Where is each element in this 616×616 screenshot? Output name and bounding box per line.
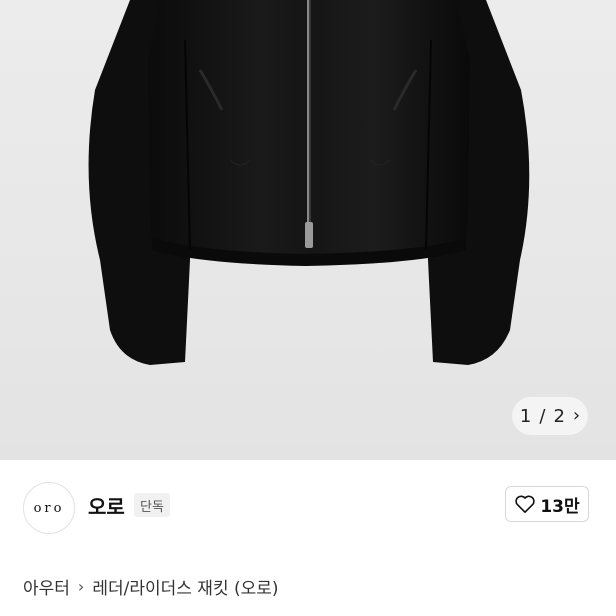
exclusive-badge: 단독 [134,493,170,517]
breadcrumb-category[interactable]: 아우터 [23,574,70,599]
brand-logo[interactable]: oro [23,482,75,534]
jacket-illustration [88,0,530,365]
image-pager[interactable]: 1 / 2 › [512,397,588,435]
brand-name[interactable]: 오로 [88,491,125,520]
pager-current: 1 [519,405,532,427]
pager-total: 2 [553,405,565,427]
product-image[interactable]: 1 / 2 › [0,0,616,460]
breadcrumb: 아우터 › 레더/라이더스 재킷 (오로) [23,574,279,599]
chevron-right-icon[interactable]: › [573,407,580,425]
like-button[interactable]: 13만 [505,486,589,522]
pager-separator: / [539,405,546,427]
heart-outline-icon [515,495,536,513]
breadcrumb-subcategory[interactable]: 레더/라이더스 재킷 (오로) [92,574,278,599]
like-count: 13만 [540,496,580,517]
brand-logo-text: oro [33,500,65,516]
chevron-right-icon: › [77,577,85,596]
